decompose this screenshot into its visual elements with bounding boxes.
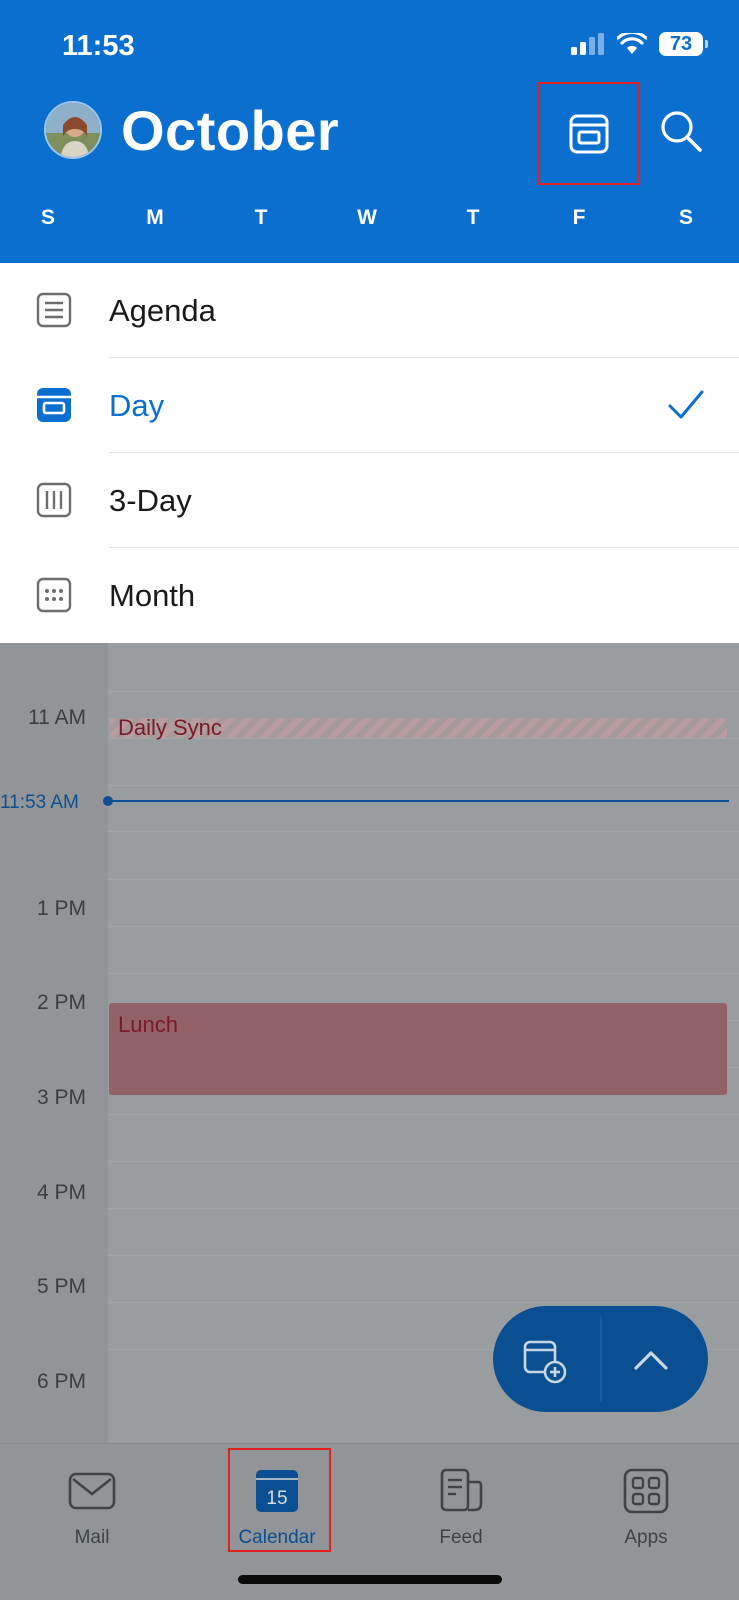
event-daily-sync[interactable]: Daily Sync <box>109 715 727 740</box>
day-view-icon <box>37 388 71 422</box>
tab-apps[interactable]: Apps <box>591 1454 701 1554</box>
weekday-label: T <box>254 206 268 229</box>
hour-label: 11 AM <box>28 706 86 729</box>
calendar-header: 11:53 73 October S M T W T F S <box>0 0 739 263</box>
avatar[interactable] <box>44 101 102 159</box>
weekday-label: M <box>146 206 164 229</box>
view-menu: Agenda Day 3-Day Month <box>0 263 739 643</box>
menu-item-label: Day <box>109 388 165 423</box>
search-button[interactable] <box>656 106 706 156</box>
menu-item-3-day[interactable]: 3-Day <box>0 453 739 548</box>
tab-label: Apps <box>624 1527 668 1548</box>
hour-line <box>108 785 739 786</box>
checkmark-icon <box>668 390 704 419</box>
new-event-icon[interactable] <box>521 1336 569 1384</box>
weekday-row: S M T W T F S <box>0 206 739 236</box>
menu-item-agenda[interactable]: Agenda <box>0 263 739 358</box>
tab-label: Feed <box>439 1527 483 1548</box>
menu-item-label: Month <box>109 578 196 613</box>
weekday-label: S <box>40 206 55 229</box>
floating-action-button <box>493 1306 708 1412</box>
event-title: Daily Sync <box>118 715 222 740</box>
event-lunch[interactable]: Lunch <box>109 1003 727 1095</box>
hour-label: 6 PM <box>36 1370 86 1393</box>
half-hour-line <box>108 1302 739 1303</box>
cellular-signal-icon <box>571 33 604 55</box>
fab-divider <box>600 1316 602 1402</box>
tab-feed[interactable]: Feed <box>406 1454 516 1554</box>
three-day-icon <box>36 482 72 518</box>
current-time-label: 11:53 AM <box>0 792 79 813</box>
menu-item-day[interactable]: Day <box>0 358 739 453</box>
tab-calendar-highlight <box>228 1448 331 1552</box>
status-time: 11:53 <box>62 30 135 62</box>
hour-label: 2 PM <box>36 991 86 1014</box>
menu-item-label: 3-Day <box>109 483 192 518</box>
day-view-icon <box>569 114 608 153</box>
hour-line <box>108 1161 739 1162</box>
feed-icon <box>440 1468 483 1512</box>
hour-label: 1 PM <box>36 897 86 920</box>
search-icon <box>661 111 702 152</box>
hour-line <box>108 879 739 880</box>
apps-icon <box>623 1468 669 1514</box>
menu-item-label: Agenda <box>109 293 216 328</box>
tab-label: Mail <box>74 1527 110 1548</box>
wifi-icon <box>617 33 647 54</box>
hour-line <box>108 691 739 692</box>
tab-mail[interactable]: Mail <box>37 1454 147 1554</box>
weekday-label: W <box>357 206 377 229</box>
hour-line <box>108 1255 739 1256</box>
current-time-line <box>108 800 729 802</box>
hour-label: 5 PM <box>36 1275 86 1298</box>
event-title: Lunch <box>118 1012 178 1037</box>
chevron-up-icon[interactable] <box>631 1342 671 1378</box>
weekday-label: T <box>466 206 480 229</box>
half-hour-line <box>108 831 739 832</box>
mail-icon <box>68 1472 116 1510</box>
agenda-icon <box>36 292 72 328</box>
month-icon <box>36 577 72 613</box>
half-hour-line <box>108 1208 739 1209</box>
month-title[interactable]: October <box>121 98 339 163</box>
half-hour-line <box>108 1114 739 1115</box>
half-hour-line <box>108 926 739 927</box>
battery-indicator: 73 <box>659 32 708 56</box>
time-column <box>0 643 108 1443</box>
home-indicator <box>238 1575 502 1584</box>
view-switcher-button[interactable] <box>538 82 639 185</box>
weekday-label: F <box>572 206 586 229</box>
hour-line <box>108 973 739 974</box>
weekday-label: S <box>678 206 693 229</box>
hour-label: 3 PM <box>36 1086 86 1109</box>
menu-item-month[interactable]: Month <box>0 548 739 643</box>
status-icons: 73 <box>571 32 708 56</box>
hour-label: 4 PM <box>36 1181 86 1204</box>
